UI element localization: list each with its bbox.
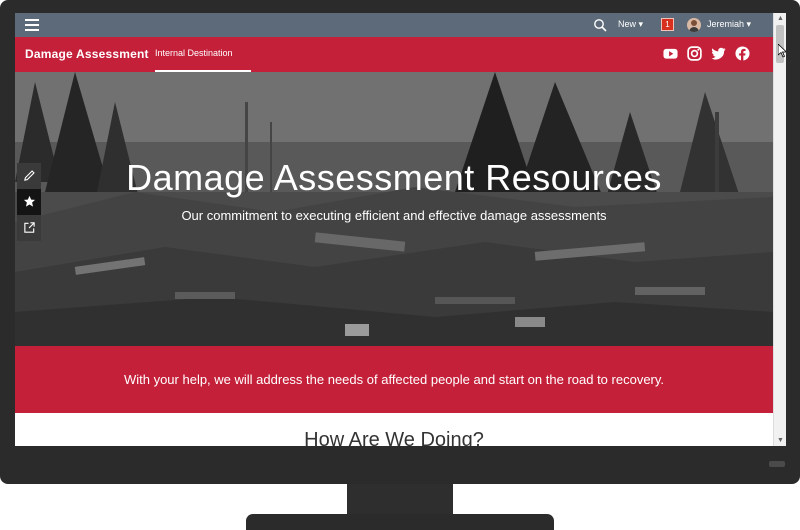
monitor-logo <box>769 461 785 467</box>
edit-tool-button[interactable] <box>17 163 41 189</box>
hamburger-menu-icon[interactable] <box>25 19 39 31</box>
hero-section: Damage Assessment Resources Our commitme… <box>15 72 773 346</box>
mouse-cursor-icon <box>778 44 786 58</box>
new-menu-button[interactable]: New ▾ <box>618 19 643 30</box>
section-heading: How Are We Doing? <box>304 429 484 446</box>
scroll-up-arrow-icon[interactable]: ▲ <box>777 15 784 22</box>
mission-banner: With your help, we will address the need… <box>15 346 773 413</box>
instagram-icon[interactable] <box>687 46 702 61</box>
facebook-icon[interactable] <box>735 46 750 61</box>
site-navbar: Damage Assessment Internal Destination <box>15 37 773 72</box>
pencil-icon <box>24 170 35 181</box>
share-icon <box>24 222 35 233</box>
top-bar: New ▾ 1 Jeremiah ▾ <box>15 13 773 37</box>
youtube-icon[interactable] <box>663 46 678 61</box>
side-toolbar <box>17 163 41 241</box>
page-scrollbar[interactable]: ▲ ▼ <box>773 13 786 446</box>
search-icon[interactable] <box>593 18 607 32</box>
twitter-icon[interactable] <box>711 46 726 61</box>
nav-link-internal-destination[interactable]: Internal Destination <box>155 48 233 58</box>
hero-title: Damage Assessment Resources <box>126 157 662 198</box>
notification-badge[interactable]: 1 <box>661 18 674 31</box>
monitor-frame: New ▾ 1 Jeremiah ▾ Damage Assessment Int… <box>0 0 800 484</box>
scroll-down-arrow-icon[interactable]: ▼ <box>777 437 784 444</box>
hero-subtitle: Our commitment to executing efficient an… <box>181 208 607 223</box>
banner-text: With your help, we will address the need… <box>123 372 665 387</box>
browser-screen: New ▾ 1 Jeremiah ▾ Damage Assessment Int… <box>15 13 786 446</box>
share-tool-button[interactable] <box>17 215 41 241</box>
star-icon <box>23 195 36 207</box>
avatar[interactable] <box>687 18 701 32</box>
monitor-stand-neck <box>347 484 453 516</box>
monitor-stand-base <box>246 514 554 530</box>
favorite-tool-button[interactable] <box>17 189 41 215</box>
user-menu-button[interactable]: Jeremiah ▾ <box>707 19 751 30</box>
site-title[interactable]: Damage Assessment <box>25 47 149 61</box>
